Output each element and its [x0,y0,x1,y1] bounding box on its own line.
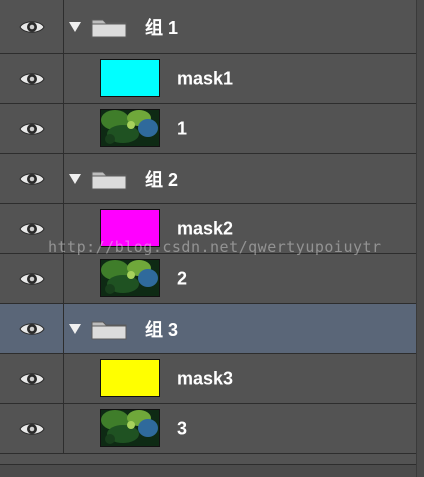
visibility-toggle[interactable] [0,104,64,153]
visibility-toggle[interactable] [0,354,64,403]
layer-name: mask2 [177,218,234,238]
eye-icon [18,372,45,385]
layer-mask-2[interactable]: mask2 [0,204,416,254]
layer-group-2[interactable]: 组 2 [0,154,416,204]
visibility-toggle[interactable] [0,54,64,103]
layer-image-2[interactable]: 2 [0,254,416,304]
eye-icon [18,222,45,235]
group-name: 组 3 [145,319,179,340]
triangle-down-icon[interactable] [69,173,81,184]
scrollbar[interactable] [416,0,424,477]
layer-mask-3[interactable]: mask3 [0,354,416,404]
folder-icon [91,171,127,189]
eye-icon [18,72,45,85]
image-thumbnail [100,108,160,147]
layer-name: 1 [177,118,188,138]
triangle-down-icon[interactable] [69,323,81,334]
folder-icon [91,321,127,339]
group-name: 组 2 [145,169,179,190]
visibility-toggle[interactable] [0,0,64,53]
eye-icon [18,122,45,135]
triangle-down-icon[interactable] [69,21,81,32]
layer-name: mask3 [177,368,234,388]
layer-group-1[interactable]: 组 1 [0,0,416,54]
visibility-toggle[interactable] [0,154,64,203]
folder-icon [91,19,127,37]
eye-icon [18,322,45,335]
layer-image-3[interactable]: 3 [0,404,416,454]
mask-thumbnail [100,58,160,97]
layer-mask-1[interactable]: mask1 [0,54,416,104]
layer-group-3[interactable]: 组 3 [0,304,416,354]
visibility-toggle[interactable] [0,304,64,353]
panel-bottom-strip [0,464,416,477]
layer-image-1[interactable]: 1 [0,104,416,154]
layer-name: 2 [177,268,188,288]
eye-icon [18,172,45,185]
group-name: 组 1 [145,17,179,38]
mask-thumbnail [100,208,160,247]
eye-icon [18,272,45,285]
image-thumbnail [100,408,160,447]
layer-name: 3 [177,418,188,438]
layer-name: mask1 [177,68,234,88]
visibility-toggle[interactable] [0,404,64,453]
mask-thumbnail [100,358,160,397]
layers-panel: 组 1 mask1 1 组 2 mask2 2 组 3 mask3 3 [0,0,416,464]
image-thumbnail [100,258,160,297]
eye-icon [18,422,45,435]
eye-icon [18,20,45,33]
visibility-toggle[interactable] [0,254,64,303]
visibility-toggle[interactable] [0,204,64,253]
